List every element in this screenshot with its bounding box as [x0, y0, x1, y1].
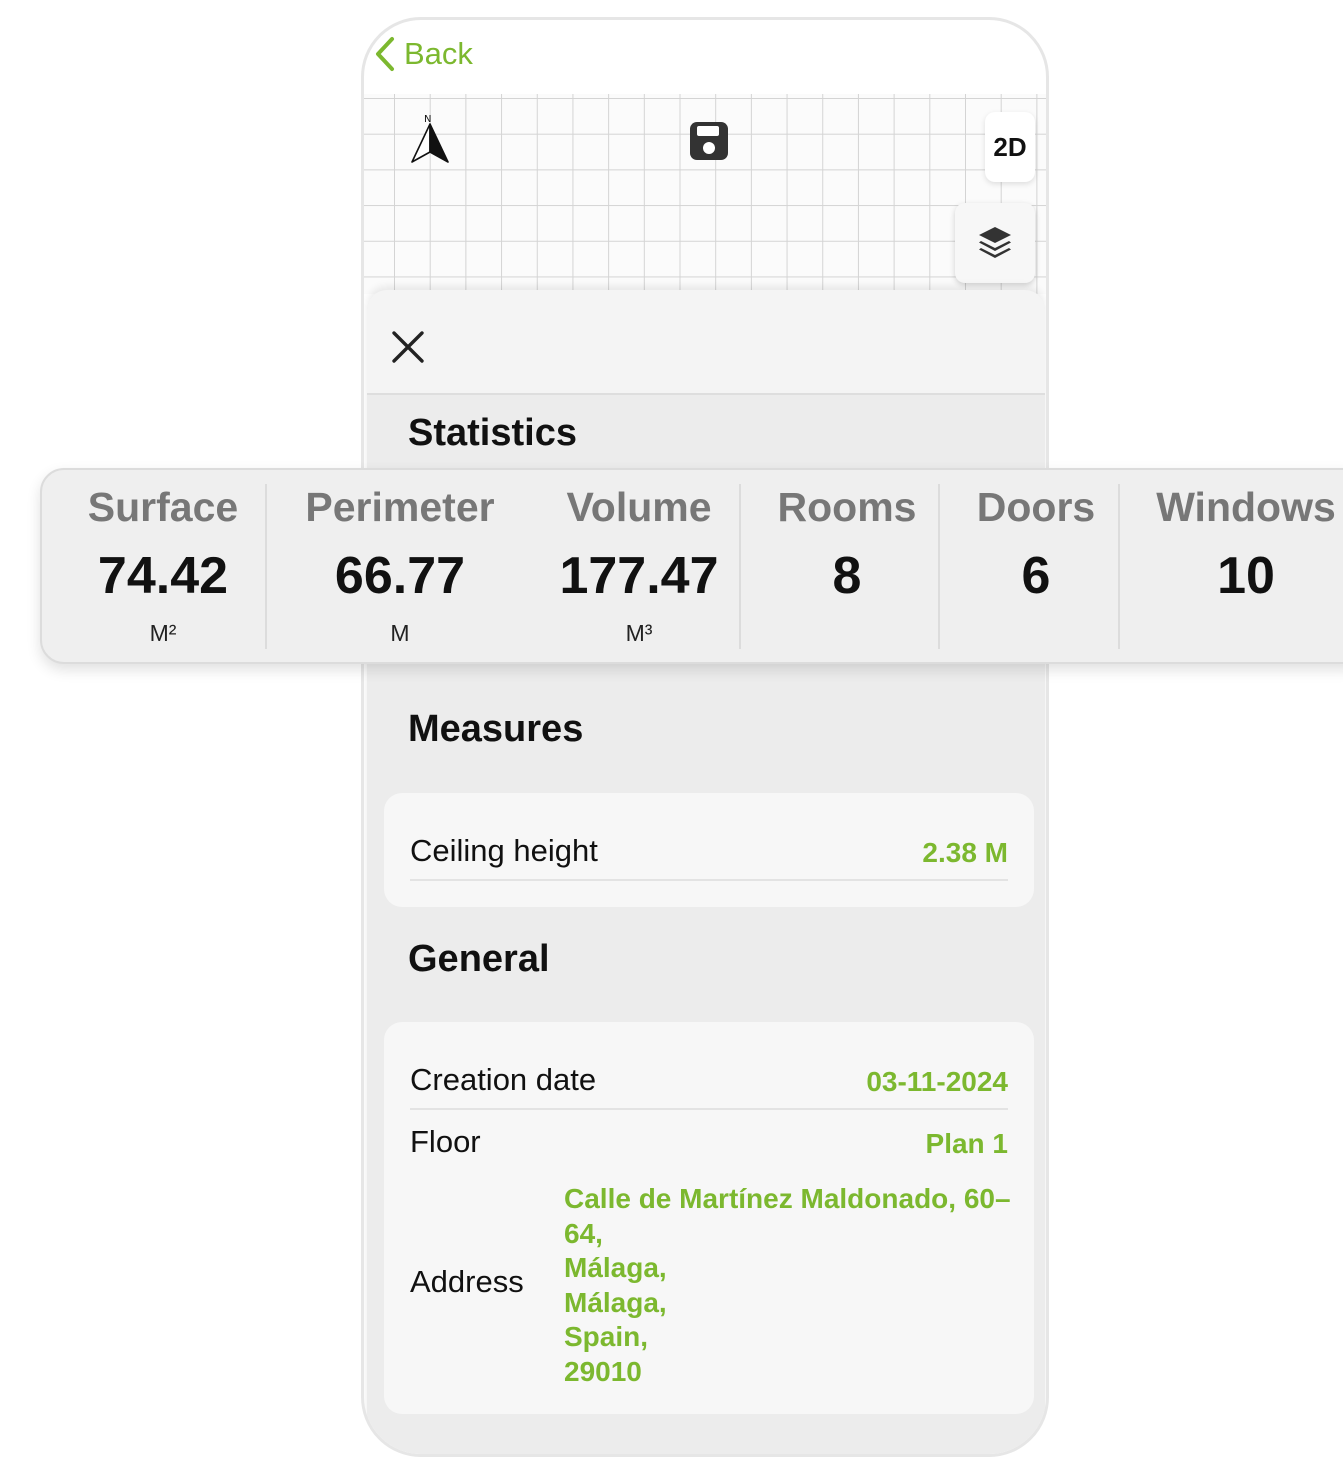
row-divider [410, 1108, 1008, 1110]
floor-label: Floor [410, 1124, 481, 1159]
chevron-left-icon [376, 37, 394, 71]
stat-divider [265, 484, 267, 649]
statistics-heading: Statistics [408, 412, 577, 454]
ceiling-height-row[interactable]: Ceiling height 2.38 M [410, 833, 1008, 873]
back-label: Back [404, 36, 473, 71]
stat-name: Doors [976, 484, 1096, 530]
address-row[interactable]: Address Calle de Martínez Maldonado, 60–… [410, 1182, 1011, 1392]
phone-frame: Back N 2D Statistics Measures Ceiling he… [361, 17, 1049, 1457]
floppy-disk-icon [690, 122, 728, 160]
floor-row[interactable]: Floor Plan 1 [410, 1124, 1008, 1164]
stat-name: Surface [87, 484, 239, 530]
ceiling-height-value: 2.38 M [922, 837, 1008, 868]
stat-value: 74.42 [97, 547, 229, 605]
stat-value: 10 [1217, 547, 1275, 605]
stat-windows: Windows 10 [1138, 470, 1343, 666]
stat-divider [938, 484, 940, 649]
view-mode-label: 2D [993, 131, 1027, 162]
stat-name: Rooms [777, 484, 917, 530]
floor-value: Plan 1 [925, 1128, 1008, 1159]
stat-name: Perimeter [305, 484, 495, 530]
general-card: Creation date 03-11-2024 Floor Plan 1 Ad… [384, 1022, 1034, 1414]
close-icon [392, 331, 424, 363]
stat-surface: Surface 74.42 M² [66, 470, 260, 666]
address-line: Málaga, [564, 1252, 667, 1283]
general-heading: General [408, 938, 550, 980]
row-divider [410, 879, 1008, 881]
layers-button[interactable] [955, 203, 1035, 283]
stat-value: 66.77 [334, 547, 466, 605]
stat-unit: M³ [625, 620, 653, 646]
address-label: Address [410, 1264, 524, 1299]
address-line: 64, [564, 1217, 603, 1249]
stat-value: 6 [1021, 547, 1051, 605]
creation-date-row[interactable]: Creation date 03-11-2024 [410, 1062, 1008, 1102]
stat-unit: M² [149, 620, 177, 646]
layers-icon [979, 227, 1011, 258]
stat-rooms: Rooms 8 [752, 470, 942, 666]
ceiling-height-label: Ceiling height [410, 833, 598, 868]
measures-card: Ceiling height 2.38 M [384, 793, 1034, 907]
close-button[interactable] [391, 330, 425, 369]
statistics-panel: Surface 74.42 M² Perimeter 66.77 M Volum… [40, 468, 1343, 664]
creation-date-value: 03-11-2024 [866, 1066, 1008, 1097]
view-mode-toggle[interactable]: 2D [985, 112, 1035, 182]
address-value: Calle de Martínez Maldonado, 60– 64, Mál… [564, 1182, 1011, 1389]
stat-perimeter: Perimeter 66.77 M [286, 470, 514, 666]
save-button[interactable] [685, 115, 733, 167]
stat-value: 177.47 [559, 547, 719, 605]
stat-volume: Volume 177.47 M³ [534, 470, 744, 666]
stat-divider [1118, 484, 1120, 649]
compass-north-icon: N [410, 112, 452, 173]
sheet-header [367, 290, 1045, 395]
address-line: Spain, [564, 1321, 649, 1352]
stat-unit: M [390, 620, 410, 646]
back-button[interactable]: Back [374, 36, 473, 72]
address-line: Málaga, [564, 1286, 667, 1318]
address-line: 29010 [564, 1355, 642, 1387]
stat-divider [739, 484, 741, 649]
stat-name: Windows [1156, 484, 1336, 530]
address-line: Calle de Martínez Maldonado, 60– [564, 1183, 1011, 1214]
stat-value: 8 [832, 547, 862, 605]
measures-heading: Measures [408, 708, 584, 750]
stat-doors: Doors 6 [947, 470, 1125, 666]
details-sheet: Statistics Measures Ceiling height 2.38 … [367, 290, 1045, 1454]
stat-name: Volume [566, 484, 712, 530]
creation-date-label: Creation date [410, 1062, 597, 1097]
